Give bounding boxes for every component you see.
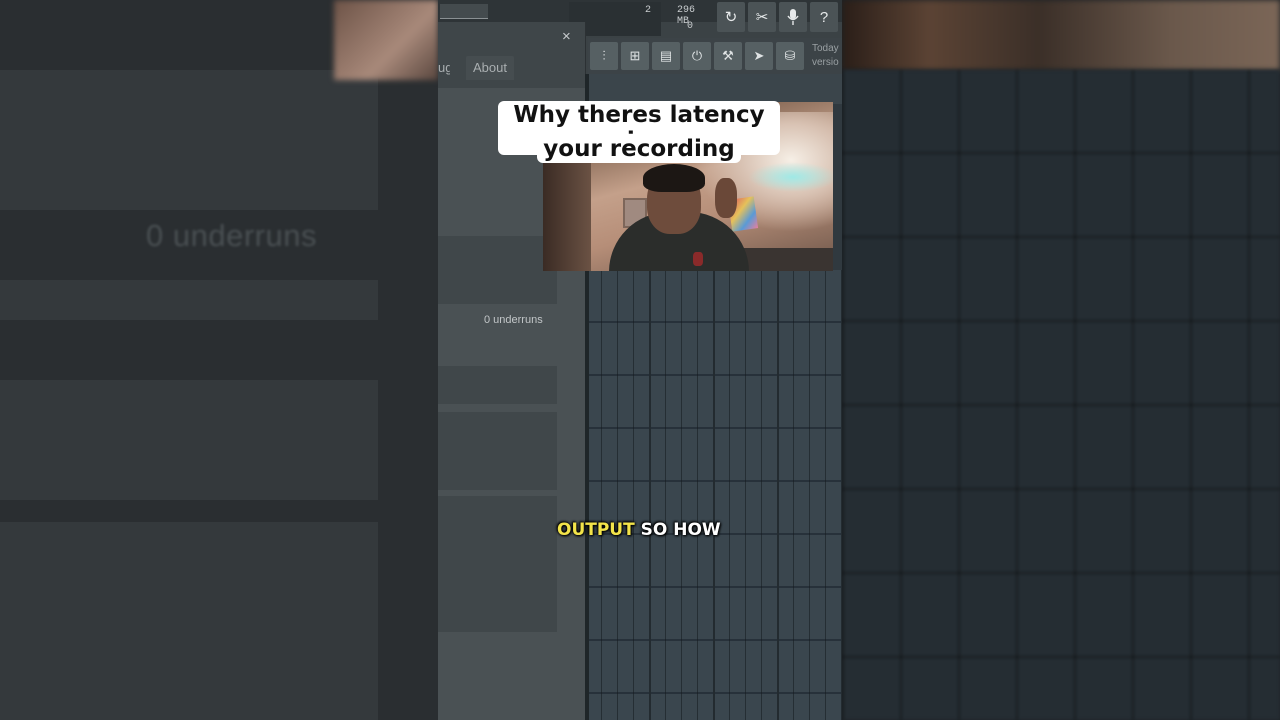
person-hand bbox=[715, 178, 737, 218]
help-button[interactable]: ? bbox=[810, 2, 838, 32]
playlist-grid[interactable] bbox=[585, 270, 842, 720]
news-line: Today bbox=[812, 43, 839, 54]
tutorial-icon: ➤ bbox=[753, 48, 765, 63]
door bbox=[543, 152, 591, 271]
person-hair bbox=[643, 164, 705, 192]
undo-icon: ↻ bbox=[724, 9, 738, 26]
blurred-panel bbox=[0, 280, 378, 320]
hoodie-logo bbox=[693, 252, 703, 266]
subtitle-highlight-word: OUTPUT bbox=[557, 520, 635, 540]
settings-panel bbox=[438, 412, 557, 490]
plugin-button[interactable]: ⏻ bbox=[683, 42, 711, 70]
piano-button[interactable]: ⚒ bbox=[714, 42, 742, 70]
tab-debug[interactable]: ug bbox=[438, 56, 450, 80]
record-audio-button[interactable] bbox=[779, 2, 807, 32]
tab-about[interactable]: About bbox=[466, 56, 514, 80]
blurred-panel bbox=[0, 380, 378, 500]
video-title-line-2: your recording bbox=[498, 135, 780, 163]
news-ticker[interactable]: Today versio bbox=[812, 42, 839, 70]
shop-button[interactable]: ⛁ bbox=[776, 42, 804, 70]
subtitle-rest: SO HOW bbox=[640, 520, 721, 540]
left-blurred-background: 0 underruns bbox=[0, 0, 438, 720]
caption-text: your recording bbox=[537, 135, 741, 163]
close-icon[interactable]: × bbox=[562, 28, 571, 45]
undo-button[interactable]: ↻ bbox=[717, 2, 745, 32]
led-light bbox=[748, 162, 833, 192]
blurred-photo bbox=[842, 0, 1280, 70]
settings-panel bbox=[438, 236, 557, 304]
video-frame: 2 296 MB 0 ↻ ✂ ? ⫶ ⊞ ▤ ⏻ ⚒ ➤ ⛁ Today ver… bbox=[438, 0, 842, 720]
right-blurred-background bbox=[842, 0, 1280, 720]
settings-panel bbox=[438, 366, 557, 404]
cut-icon: ✂ bbox=[755, 9, 769, 26]
file-button[interactable]: ▤ bbox=[652, 42, 680, 70]
window-tool-row: ⫶ ⊞ ▤ ⏻ ⚒ ➤ ⛁ bbox=[588, 38, 842, 74]
blurred-underruns-text: 0 underruns bbox=[146, 218, 317, 253]
tutorial-button[interactable]: ➤ bbox=[745, 42, 773, 70]
blurred-panel bbox=[0, 522, 378, 720]
blurred-panel bbox=[0, 70, 378, 210]
browser-button[interactable]: ⊞ bbox=[621, 42, 649, 70]
file-icon: ▤ bbox=[659, 48, 673, 63]
blurred-photo bbox=[334, 0, 438, 80]
dialog-titlebar: × ug About bbox=[438, 22, 585, 88]
browser-icon: ⊞ bbox=[629, 48, 641, 63]
cut-button[interactable]: ✂ bbox=[748, 2, 776, 32]
help-icon: ? bbox=[819, 8, 829, 26]
poly-value: 0 bbox=[687, 21, 694, 32]
blurred-grid bbox=[842, 70, 1280, 720]
settings-panel bbox=[438, 496, 557, 632]
playlist-header bbox=[589, 74, 842, 104]
mixer-button[interactable]: ⫶ bbox=[590, 42, 618, 70]
bed-frame bbox=[739, 248, 833, 271]
mixer-icon: ⫶ bbox=[602, 48, 606, 63]
plugin-icon: ⏻ bbox=[691, 48, 703, 63]
shop-icon: ⛁ bbox=[784, 48, 796, 63]
news-line: versio bbox=[812, 57, 839, 68]
mic-icon bbox=[787, 9, 799, 25]
level-meter[interactable] bbox=[440, 4, 488, 19]
piano-icon: ⚒ bbox=[722, 48, 734, 63]
cpu-value: 2 bbox=[645, 5, 652, 16]
underruns-readout: 0 underruns bbox=[484, 314, 543, 326]
subtitle-caption: OUTPUT SO HOW bbox=[557, 520, 727, 540]
